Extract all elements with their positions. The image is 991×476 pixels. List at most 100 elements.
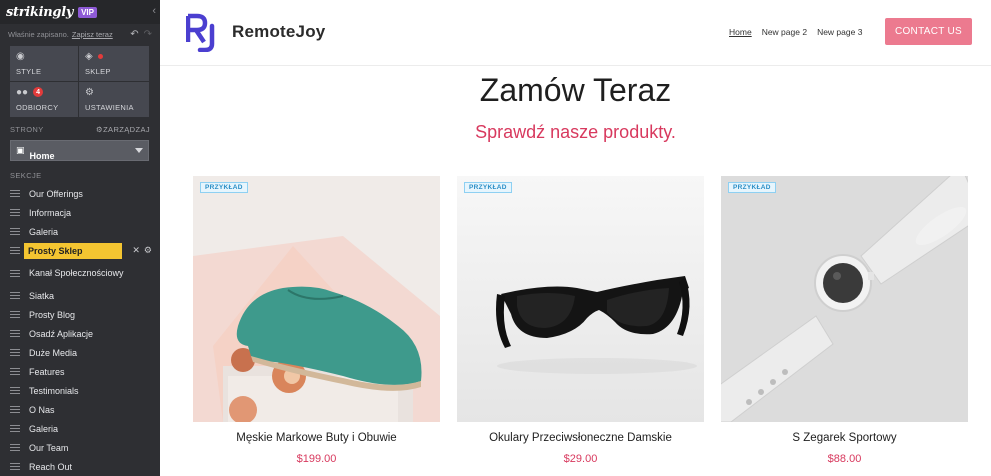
sidebar-section-item[interactable]: Siatka bbox=[0, 286, 160, 305]
section-label: Our Offerings bbox=[29, 188, 83, 199]
sidebar-section-item[interactable]: Galeria bbox=[0, 222, 160, 241]
section-label: Duże Media bbox=[29, 347, 78, 358]
delete-section-icon[interactable]: ✕ bbox=[132, 245, 140, 256]
palette-icon: ◉ bbox=[16, 50, 25, 62]
brand-name: RemoteJoy bbox=[232, 22, 326, 41]
sidebar-section-item[interactable]: Our Team bbox=[0, 438, 160, 457]
sidebar-section-item[interactable]: O Nas bbox=[0, 400, 160, 419]
sample-tag: PRZYKŁAD bbox=[728, 182, 776, 193]
users-icon: ●● bbox=[16, 86, 29, 98]
section-actions: ✕ ⚙ bbox=[132, 245, 152, 256]
drag-handle-icon[interactable] bbox=[10, 190, 20, 197]
drag-handle-icon[interactable] bbox=[10, 311, 20, 318]
sidebar-section-item[interactable]: Duże Media bbox=[0, 343, 160, 362]
watch-illustration bbox=[721, 176, 968, 422]
section-label: Siatka bbox=[29, 290, 55, 301]
manage-pages-link[interactable]: ⚙ZARZĄDZAJ bbox=[96, 125, 150, 134]
sidebar-section-item[interactable]: Prosty Blog bbox=[0, 305, 160, 324]
sidebar-section-item[interactable]: Kanał Społecznościowy bbox=[0, 260, 160, 286]
product-card[interactable]: PRZYKŁAD Męskie Markowe Buty i Obuwie $1… bbox=[193, 176, 440, 465]
drag-handle-icon[interactable] bbox=[10, 292, 20, 299]
nav-link-new-page-3[interactable]: New page 3 bbox=[817, 27, 862, 37]
drag-handle-icon[interactable] bbox=[10, 228, 20, 235]
shop-label: SKLEP bbox=[85, 67, 111, 76]
sidebar-section-item[interactable]: Informacja bbox=[0, 203, 160, 222]
chevron-down-icon bbox=[135, 148, 143, 153]
site-navbar: RemoteJoy Home New page 2 New page 3 CON… bbox=[160, 0, 991, 66]
pages-header: STRONY ⚙ZARZĄDZAJ bbox=[0, 125, 160, 134]
section-label: Informacja bbox=[29, 207, 72, 218]
tag-icon: ◈ bbox=[85, 50, 93, 62]
sidebar-section-item[interactable]: Osadź Aplikacje bbox=[0, 324, 160, 343]
drag-handle-icon[interactable] bbox=[10, 463, 20, 470]
drag-handle-icon[interactable] bbox=[10, 330, 20, 337]
gear-icon: ⚙ bbox=[95, 125, 104, 134]
pages-label: STRONY bbox=[10, 125, 44, 134]
drag-handle-icon[interactable] bbox=[10, 368, 20, 375]
save-status-row: Właśnie zapisano. Zapisz teraz ↶ ↷ bbox=[0, 24, 160, 44]
settings-button[interactable]: ⚙ USTAWIENIA bbox=[79, 82, 149, 117]
section-list: Our Offerings Informacja Galeria Prosty Skl… bbox=[0, 184, 160, 476]
product-name[interactable]: S Zegarek Sportowy bbox=[721, 432, 968, 444]
drag-handle-icon[interactable] bbox=[10, 209, 20, 216]
undo-icon[interactable]: ↶ bbox=[130, 29, 138, 40]
product-name[interactable]: Okulary Przeciwsłoneczne Damskie bbox=[457, 432, 704, 444]
drag-handle-icon[interactable] bbox=[10, 349, 20, 356]
page-title: Zamów Teraz bbox=[479, 72, 672, 108]
save-now-link[interactable]: Zapisz teraz bbox=[72, 30, 113, 39]
page-selector[interactable]: ▣ Home bbox=[10, 140, 149, 161]
drag-handle-icon[interactable] bbox=[10, 406, 20, 413]
product-image-watch[interactable]: PRZYKŁAD bbox=[721, 176, 968, 422]
drag-handle-icon[interactable] bbox=[10, 247, 20, 254]
audience-button[interactable]: ●● 4 ODBIORCY bbox=[10, 82, 78, 117]
save-status-text: Właśnie zapisano. bbox=[8, 29, 69, 39]
notification-dot bbox=[97, 53, 103, 59]
section-label: Our Team bbox=[29, 442, 69, 453]
product-price: $29.00 bbox=[563, 453, 598, 465]
nav-link-home[interactable]: Home bbox=[729, 27, 752, 37]
sidebar-section-item[interactable]: Testimonials bbox=[0, 381, 160, 400]
section-label: Features bbox=[29, 366, 65, 377]
product-price: $88.00 bbox=[827, 453, 862, 465]
sidebar-section-item[interactable]: Features bbox=[0, 362, 160, 381]
shoe-illustration bbox=[193, 176, 440, 422]
contact-us-button[interactable]: CONTACT US bbox=[885, 18, 972, 45]
product-card[interactable]: PRZYKŁAD Okulary Przeciwsłoneczne Damski… bbox=[457, 176, 704, 465]
shop-button[interactable]: ◈ SKLEP bbox=[79, 46, 149, 81]
product-image-sunglasses[interactable]: PRZYKŁAD bbox=[457, 176, 704, 422]
sidebar-section-item[interactable]: Reach Out bbox=[0, 457, 160, 476]
page-subtitle: Sprawdź nasze produkty. bbox=[475, 122, 676, 142]
editor-button-grid: ◉ STYLE ◈ SKLEP ●● 4 ODBIORCY ⚙ USTAWIENI… bbox=[10, 46, 149, 117]
sidebar-section-item[interactable]: Prosty Sklep ✕ ⚙ bbox=[0, 241, 160, 260]
nav-link-new-page-2[interactable]: New page 2 bbox=[762, 27, 807, 37]
gear-icon: ⚙ bbox=[85, 86, 94, 98]
product-card[interactable]: PRZYKŁAD S Zegarek Sportowy $88.00 bbox=[721, 176, 968, 465]
style-button[interactable]: ◉ STYLE bbox=[10, 46, 78, 81]
product-price: $199.00 bbox=[296, 453, 337, 465]
collapse-sidebar-icon[interactable]: ‹ bbox=[152, 5, 156, 17]
drag-handle-icon[interactable] bbox=[10, 269, 20, 277]
vip-badge: VIP bbox=[78, 6, 97, 18]
section-settings-icon[interactable]: ⚙ bbox=[144, 245, 152, 256]
sidebar-section-item[interactable]: Our Offerings bbox=[0, 184, 160, 203]
redo-icon[interactable]: ↷ bbox=[144, 29, 152, 40]
section-label: Osadź Aplikacje bbox=[29, 328, 94, 339]
drag-handle-icon[interactable] bbox=[10, 425, 20, 432]
editor-sidebar: strikingly VIP ‹ Właśnie zapisano. Zapis… bbox=[0, 0, 160, 476]
section-label: Prosty Blog bbox=[29, 309, 76, 320]
drag-handle-icon[interactable] bbox=[10, 444, 20, 451]
section-label: Testimonials bbox=[29, 385, 79, 396]
drag-handle-icon[interactable] bbox=[10, 387, 20, 394]
product-name[interactable]: Męskie Markowe Buty i Obuwie bbox=[193, 432, 440, 444]
section-label: Galeria bbox=[29, 423, 59, 434]
brand[interactable]: RemoteJoy bbox=[186, 12, 325, 52]
product-image-shoe[interactable]: PRZYKŁAD bbox=[193, 176, 440, 422]
section-label: Kanał Społecznościowy bbox=[29, 268, 124, 278]
brand-logo-icon bbox=[186, 13, 215, 52]
current-page-name: Home bbox=[29, 150, 55, 161]
audience-count-badge: 4 bbox=[33, 87, 44, 97]
document-icon: ▣ bbox=[16, 145, 25, 155]
section-label: O Nas bbox=[29, 404, 55, 415]
site-preview: RemoteJoy Home New page 2 New page 3 CON… bbox=[160, 0, 991, 476]
sidebar-section-item[interactable]: Galeria bbox=[0, 419, 160, 438]
